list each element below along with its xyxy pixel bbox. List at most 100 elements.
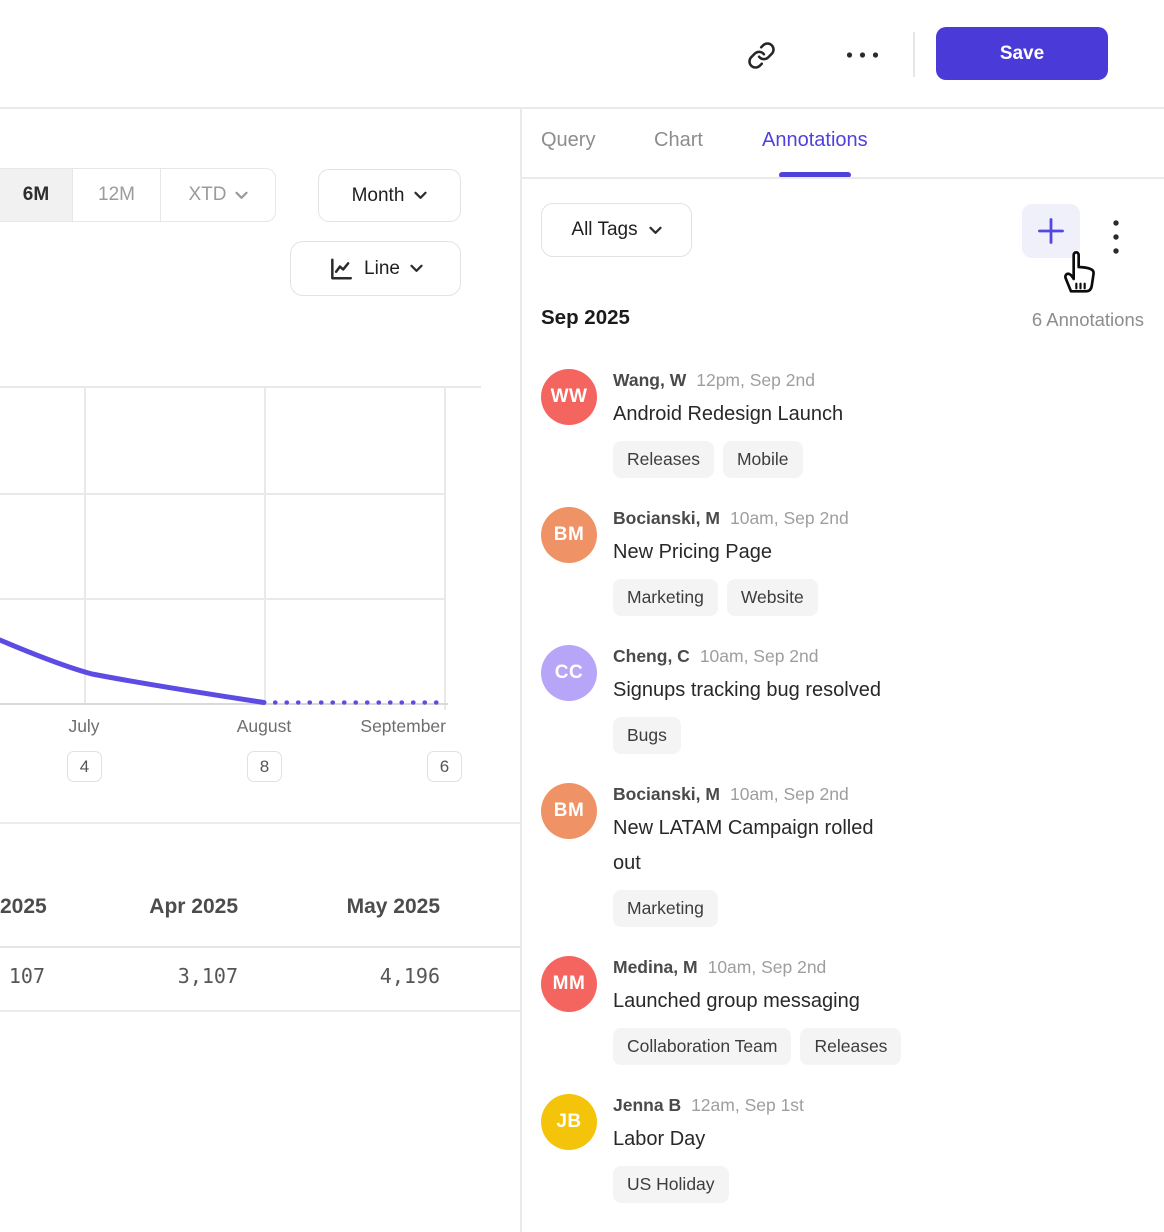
tag-chip[interactable]: Collaboration Team [613,1028,791,1065]
save-button[interactable]: Save [936,27,1108,80]
annotation-timestamp: 10am, Sep 2nd [700,645,819,668]
annotation-timestamp: 12pm, Sep 2nd [696,369,815,392]
tag-chip[interactable]: Marketing [613,890,718,927]
tag-filter-dropdown[interactable]: All Tags [541,203,692,257]
annotation-timestamp: 12am, Sep 1st [691,1094,804,1117]
plus-icon [1036,216,1066,246]
tabs-border [521,177,1164,179]
add-annotation-button[interactable] [1022,204,1080,258]
annotation-item[interactable]: BM Bocianski, M 10am, Sep 2nd New LATAM … [541,783,1146,927]
avatar: JB [541,1094,597,1150]
annotation-body: Bocianski, M 10am, Sep 2nd New LATAM Cam… [613,783,873,927]
chevron-down-icon [235,191,248,200]
tag-chip[interactable]: Releases [800,1028,901,1065]
app-window: Save 6M 12M XTD Month Line [0,0,1164,1232]
annotation-item[interactable]: JB Jenna B 12am, Sep 1st Labor Day US Ho… [541,1094,1146,1203]
annotation-title: New Pricing Page [613,535,849,570]
share-link-button[interactable] [744,38,778,72]
granularity-dropdown[interactable]: Month [318,169,461,222]
table-header-cell: 2025 [0,895,45,919]
link-icon [747,41,776,70]
table-border-top [0,822,520,824]
kebab-icon [1112,219,1120,255]
annotation-meta: Bocianski, M 10am, Sep 2nd [613,783,873,806]
annotation-tags: Marketing Website [613,579,849,616]
more-options-button[interactable] [842,46,882,64]
granularity-label: Month [352,185,405,207]
chevron-down-icon [410,264,423,273]
annotation-count-badge-july[interactable]: 4 [67,751,102,782]
annotation-author: Cheng, C [613,645,690,668]
tab-annotations-label: Annotations [762,129,868,151]
annotation-body: Wang, W 12pm, Sep 2nd Android Redesign L… [613,369,843,478]
tag-chip[interactable]: Mobile [723,441,803,478]
trend-line-chart [0,371,521,711]
month-section-title: Sep 2025 [541,306,630,330]
annotation-tags: US Holiday [613,1166,804,1203]
tab-query[interactable]: Query [541,129,595,152]
annotation-author: Bocianski, M [613,507,720,530]
x-axis-label-july: July [44,716,124,737]
range-12m-button[interactable]: 12M [72,169,160,221]
annotation-count-badge-september[interactable]: 6 [427,751,462,782]
annotation-body: Medina, M 10am, Sep 2nd Launched group m… [613,956,901,1065]
annotation-title: Signups tracking bug resolved [613,673,881,708]
annotation-author: Jenna B [613,1094,681,1117]
avatar: BM [541,507,597,563]
annotation-title: Android Redesign Launch [613,397,843,432]
chevron-down-icon [414,191,427,200]
annotation-tags: Collaboration Team Releases [613,1028,901,1065]
avatar: CC [541,645,597,701]
annotation-tags: Releases Mobile [613,441,843,478]
annotation-item[interactable]: MM Medina, M 10am, Sep 2nd Launched grou… [541,956,1146,1065]
tag-chip[interactable]: Releases [613,441,714,478]
annotation-item[interactable]: WW Wang, W 12pm, Sep 2nd Android Redesig… [541,369,1146,478]
table-header-cell: May 2025 [238,895,440,919]
annotation-author: Bocianski, M [613,783,720,806]
range-xtd-label: XTD [189,184,227,206]
range-xtd-button[interactable]: XTD [160,169,275,221]
tab-annotations[interactable]: Annotations [762,129,868,152]
annotation-title: Labor Day [613,1122,804,1157]
table-header-row: 2025 Apr 2025 May 2025 [0,895,440,919]
annotation-meta: Jenna B 12am, Sep 1st [613,1094,804,1117]
date-range-segmented-control: 6M 12M XTD [0,168,276,222]
line-chart-icon [328,256,354,282]
table-header-cell: Apr 2025 [45,895,238,919]
annotation-timestamp: 10am, Sep 2nd [730,783,849,806]
table-header-border [0,946,520,948]
annotation-tags: Marketing [613,890,873,927]
annotation-meta: Medina, M 10am, Sep 2nd [613,956,901,979]
chart-type-dropdown[interactable]: Line [290,241,461,296]
avatar: MM [541,956,597,1012]
annotation-tags: Bugs [613,717,881,754]
ellipsis-icon [844,50,881,60]
tag-chip[interactable]: Marketing [613,579,718,616]
tag-chip[interactable]: Bugs [613,717,681,754]
chevron-down-icon [649,226,662,235]
annotations-menu-button[interactable] [1106,215,1126,259]
annotation-meta: Cheng, C 10am, Sep 2nd [613,645,881,668]
x-axis-label-september: September [346,716,446,737]
tag-filter-label: All Tags [571,219,637,241]
annotation-item[interactable]: CC Cheng, C 10am, Sep 2nd Signups tracki… [541,645,1146,754]
annotation-body: Cheng, C 10am, Sep 2nd Signups tracking … [613,645,881,754]
tag-chip[interactable]: Website [727,579,818,616]
annotation-count: 6 Annotations [944,309,1144,331]
annotation-item[interactable]: BM Bocianski, M 10am, Sep 2nd New Pricin… [541,507,1146,616]
annotation-count-badge-august[interactable]: 8 [247,751,282,782]
table-value-cell: 4,196 [238,964,440,988]
range-6m-button[interactable]: 6M [0,169,72,221]
annotation-author: Medina, M [613,956,698,979]
annotation-meta: Wang, W 12pm, Sep 2nd [613,369,843,392]
tab-chart[interactable]: Chart [654,129,703,152]
annotations-list: WW Wang, W 12pm, Sep 2nd Android Redesig… [541,369,1146,1203]
header-border [0,107,1164,109]
trend-line-solid [0,640,264,703]
annotation-meta: Bocianski, M 10am, Sep 2nd [613,507,849,530]
avatar: WW [541,369,597,425]
table-value-cell: 107 [0,964,45,988]
header-divider [913,32,915,77]
annotation-body: Bocianski, M 10am, Sep 2nd New Pricing P… [613,507,849,616]
tag-chip[interactable]: US Holiday [613,1166,729,1203]
